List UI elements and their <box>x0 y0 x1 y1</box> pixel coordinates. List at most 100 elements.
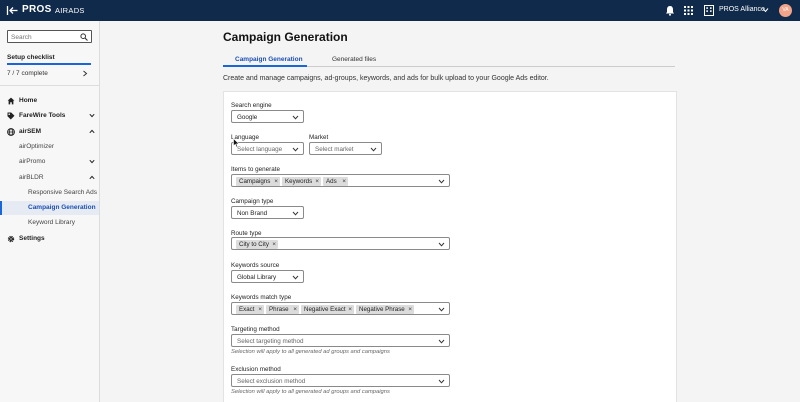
chevron-down-icon[interactable] <box>89 113 95 118</box>
chevron-right-icon[interactable] <box>82 70 88 77</box>
chip-remove-icon[interactable]: × <box>315 177 319 186</box>
building-icon <box>704 5 714 16</box>
exclusion-method-label: Exclusion method <box>231 366 281 373</box>
chip-remove-icon[interactable]: × <box>293 305 297 314</box>
targeting-method-placeholder: Select targeting method <box>237 338 304 345</box>
chip-remove-icon[interactable]: × <box>348 305 352 314</box>
sidebar-item-airoptimizer[interactable]: airOptimizer <box>0 140 99 154</box>
chevron-down-icon <box>438 179 445 184</box>
language-select[interactable]: Select language <box>231 142 304 155</box>
chip-ads: Ads × <box>323 177 348 186</box>
chip-remove-icon[interactable]: × <box>342 177 346 186</box>
chip-remove-icon[interactable]: × <box>408 305 412 314</box>
exclusion-method-hint: Selection will apply to all generated ad… <box>231 389 390 395</box>
market-select[interactable]: Select market <box>309 142 382 155</box>
sidebar-item-settings[interactable]: Settings <box>0 232 99 246</box>
top-bar: PROS AIRADS PROS Alliance VA <box>0 0 800 21</box>
chevron-down-icon <box>438 379 445 384</box>
sidebar-item-label: airSEM <box>19 128 42 135</box>
sidebar-search[interactable] <box>7 30 92 43</box>
sidebar-item-label: Settings <box>19 235 45 242</box>
keywords-match-type-label: Keywords match type <box>231 294 292 301</box>
targeting-method-label: Targeting method <box>231 326 280 333</box>
chip-label: Keywords <box>285 178 313 185</box>
chevron-up-icon[interactable] <box>89 175 95 180</box>
sidebar-item-keyword-library[interactable]: Keyword Library <box>0 216 99 230</box>
chip-label: City to City <box>239 241 269 248</box>
targeting-method-hint: Selection will apply to all generated ad… <box>231 349 390 355</box>
chip-exact: Exact × <box>236 305 264 314</box>
sidebar-item-airsem[interactable]: airSEM <box>0 125 99 139</box>
search-input[interactable] <box>11 32 79 42</box>
route-type-multiselect[interactable]: City to City × <box>231 237 450 250</box>
sidebar-item-responsive-search-ads[interactable]: Responsive Search Ads <box>0 186 99 200</box>
chevron-down-icon <box>292 275 299 280</box>
search-icon[interactable] <box>80 33 88 41</box>
chip-city-to-city: City to City × <box>236 240 278 249</box>
sidebar-item-label: airBLDR <box>19 174 44 181</box>
page-title: Campaign Generation <box>223 30 348 44</box>
home-icon <box>7 97 15 105</box>
tab-campaign-generation[interactable]: Campaign Generation <box>235 56 303 63</box>
keywords-source-label: Keywords source <box>231 262 280 269</box>
brand-logo[interactable]: PROS <box>22 4 52 15</box>
active-tab-indicator <box>223 65 307 67</box>
sidebar-item-campaign-generation[interactable]: Campaign Generation <box>0 201 99 215</box>
chip-remove-icon[interactable]: × <box>274 177 278 186</box>
back-arrow-icon[interactable] <box>6 5 18 16</box>
chip-campaigns: Campaigns × <box>236 177 280 186</box>
keywords-source-select[interactable]: Global Library <box>231 270 304 283</box>
setup-checklist-title[interactable]: Setup checklist <box>7 54 55 61</box>
items-to-generate-multiselect[interactable]: Campaigns × Keywords × Ads × <box>231 174 450 187</box>
language-placeholder: Select language <box>237 146 283 153</box>
market-label: Market <box>309 134 329 141</box>
chevron-down-icon[interactable] <box>89 159 95 164</box>
chip-keywords: Keywords × <box>282 177 321 186</box>
sidebar-item-label: airPromo <box>19 158 46 165</box>
checklist-count: 7 / 7 complete <box>7 70 48 77</box>
sidebar-divider <box>0 85 99 86</box>
campaign-type-label: Campaign type <box>231 198 274 205</box>
chevron-down-icon <box>438 307 445 312</box>
app-name: AIRADS <box>55 6 85 15</box>
chevron-down-icon <box>438 339 445 344</box>
sidebar-item-label: Responsive Search Ads <box>28 189 98 196</box>
avatar[interactable]: VA <box>779 4 792 17</box>
chevron-up-icon[interactable] <box>89 129 95 134</box>
tab-generated-files[interactable]: Generated files <box>332 56 376 63</box>
org-switcher-label[interactable]: PROS Alliance <box>719 6 765 13</box>
sidebar-item-airbldr[interactable]: airBLDR <box>0 171 99 185</box>
keywords-match-type-multiselect[interactable]: Exact × Phrase × Negative Exact × Negative … <box>231 302 450 315</box>
sidebar-item-farewire-tools[interactable]: FareWire Tools <box>0 109 99 123</box>
search-engine-select[interactable]: Google <box>231 110 304 123</box>
market-placeholder: Select market <box>315 146 354 153</box>
keywords-source-value: Global Library <box>237 274 277 281</box>
targeting-method-select[interactable]: Select targeting method <box>231 334 450 347</box>
chip-remove-icon[interactable]: × <box>258 305 262 314</box>
campaign-type-select[interactable]: Non Brand <box>231 206 304 219</box>
exclusion-method-placeholder: Select exclusion method <box>237 378 306 385</box>
route-type-label: Route type <box>231 230 262 237</box>
sidebar-item-airpromo[interactable]: airPromo <box>0 155 99 169</box>
checklist-progress-bar <box>7 63 91 65</box>
exclusion-method-select[interactable]: Select exclusion method <box>231 374 450 387</box>
chevron-down-icon[interactable] <box>762 7 769 13</box>
active-indicator <box>0 201 2 215</box>
items-to-generate-label: Items to generate <box>231 166 281 173</box>
chevron-down-icon <box>438 242 445 247</box>
chip-remove-icon[interactable]: × <box>272 240 276 249</box>
sidebar-item-home[interactable]: Home <box>0 94 99 108</box>
sidebar-item-label: Keyword Library <box>28 219 75 226</box>
sidebar: Setup checklist 7 / 7 complete Home Fare… <box>0 21 100 402</box>
checklist-progress-fill <box>7 63 91 65</box>
search-engine-value: Google <box>237 114 258 121</box>
tag-icon <box>7 112 15 120</box>
globe-icon <box>7 128 15 136</box>
sidebar-item-label: Home <box>19 97 38 104</box>
page-description: Create and manage campaigns, ad-groups, … <box>223 75 549 82</box>
grid-icon[interactable] <box>684 6 693 15</box>
chip-label: Negative Exact <box>304 306 346 313</box>
bell-icon[interactable] <box>665 5 675 16</box>
campaign-type-value: Non Brand <box>237 210 268 217</box>
chip-negative-exact: Negative Exact × <box>301 305 354 314</box>
